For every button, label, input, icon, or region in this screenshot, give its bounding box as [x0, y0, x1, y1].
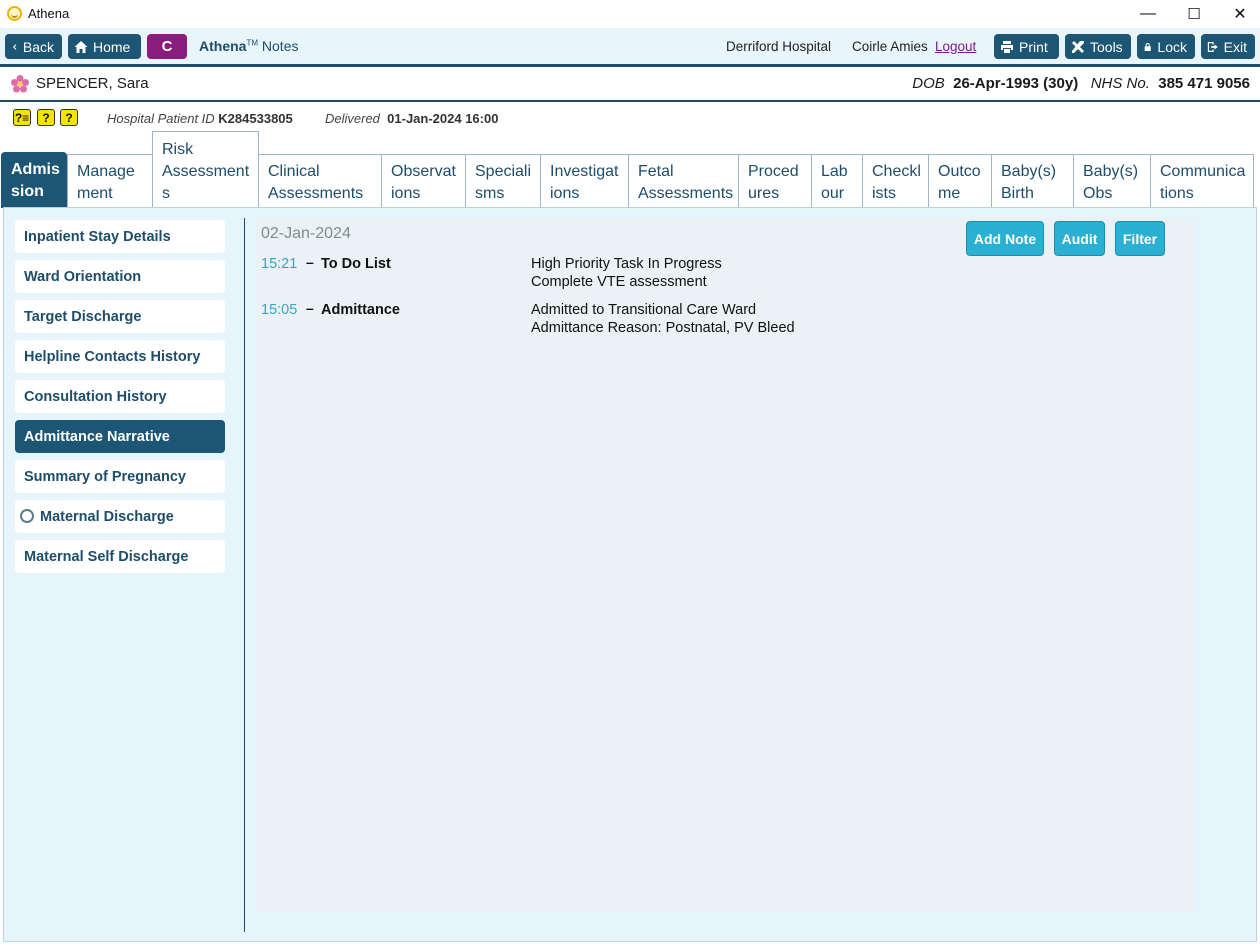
collapse-dash-icon[interactable]: –	[306, 254, 314, 270]
filter-button[interactable]: Filter	[1115, 221, 1165, 256]
radio-icon	[20, 509, 34, 523]
sidebar-item-consultation-history[interactable]: Consultation History	[15, 380, 225, 413]
notes-content: 02-Jan-2024 Add Note Audit Filter 15:21 …	[256, 218, 1194, 912]
user-name: Coirle Amies	[852, 39, 928, 54]
tools-icon	[1072, 40, 1084, 53]
home-button[interactable]: Home	[68, 34, 141, 59]
note-line: Admittance Reason: Postnatal, PV Bleed	[531, 320, 795, 336]
note-line: High Priority Task In Progress	[531, 256, 722, 272]
alert-question-icon[interactable]: ?	[37, 109, 55, 126]
patient-name: SPENCER, Sara	[36, 75, 149, 92]
exit-button[interactable]: Exit	[1201, 34, 1255, 59]
home-icon	[74, 40, 88, 53]
tab-babys-obs[interactable]: Baby(s) Obs	[1073, 154, 1151, 208]
tab-outcome[interactable]: Outco me	[928, 154, 992, 208]
athena-logo-icon	[7, 6, 22, 21]
add-note-button[interactable]: Add Note	[966, 221, 1044, 256]
alert-question-icon[interactable]: ?	[60, 109, 78, 126]
back-button[interactable]: Back	[5, 34, 62, 59]
patient-banner: SPENCER, Sara DOB 26-Apr-1993 (30y) NHS …	[0, 67, 1260, 100]
hospital-name: Derriford Hospital	[726, 39, 832, 54]
notes-date-heading: 02-Jan-2024	[261, 225, 351, 242]
printer-icon	[1001, 40, 1013, 53]
main-toolbar: Back Home C AthenaTM Notes Derriford Hos…	[0, 28, 1260, 64]
sidebar-item-summary-of-pregnancy[interactable]: Summary of Pregnancy	[15, 460, 225, 493]
audit-button[interactable]: Audit	[1054, 221, 1105, 256]
patient-banner-divider	[0, 100, 1260, 102]
alert-list-icon[interactable]: ?≡	[13, 109, 31, 126]
chevron-left-icon	[12, 43, 17, 50]
admission-panel: Inpatient Stay Details Ward Orientation …	[3, 207, 1257, 942]
tab-fetal-assessments[interactable]: Fetal Assessments	[628, 154, 739, 208]
note-line: Complete VTE assessment	[531, 274, 707, 290]
flower-icon	[11, 75, 29, 93]
note-title: Admittance	[321, 302, 400, 318]
tab-procedures[interactable]: Proced ures	[738, 154, 812, 208]
logout-link[interactable]: Logout	[935, 39, 976, 54]
sidebar-item-admittance-narrative[interactable]: Admittance Narrative	[15, 420, 225, 453]
tools-button[interactable]: Tools	[1065, 34, 1131, 59]
tab-observations[interactable]: Observat ions	[381, 154, 466, 208]
patient-identifiers: DOB 26-Apr-1993 (30y) NHS No. 385 471 90…	[912, 75, 1250, 92]
product-name: AthenaTM Notes	[199, 38, 299, 54]
note-line: Admitted to Transitional Care Ward	[531, 302, 757, 318]
sidebar-item-inpatient-stay-details[interactable]: Inpatient Stay Details	[15, 220, 225, 253]
tab-checklists[interactable]: Checkl ists	[862, 154, 929, 208]
c-button[interactable]: C	[147, 34, 187, 59]
tab-bar: Admis sion Manage ment Risk Assessment s Cli…	[0, 131, 1260, 208]
tab-risk-assessments[interactable]: Risk Assessment s	[152, 131, 259, 208]
lock-button[interactable]: Lock	[1137, 34, 1195, 59]
tab-management[interactable]: Manage ment	[67, 154, 153, 208]
delivered-info: Delivered 01-Jan-2024 16:00	[325, 111, 499, 126]
close-button[interactable]: ✕	[1217, 0, 1260, 28]
maximize-button[interactable]: ☐	[1171, 0, 1217, 28]
note-time: 15:21	[261, 256, 298, 272]
note-time: 15:05	[261, 302, 298, 318]
sidebar-item-helpline-contacts-history[interactable]: Helpline Contacts History	[15, 340, 225, 373]
tab-clinical-assessments[interactable]: Clinical Assessments	[258, 154, 382, 208]
window-title: Athena	[28, 6, 70, 21]
tab-specialisms[interactable]: Speciali sms	[465, 154, 541, 208]
tab-labour[interactable]: Lab our	[811, 154, 863, 208]
tab-investigations[interactable]: Investigat ions	[540, 154, 629, 208]
sidebar-item-target-discharge[interactable]: Target Discharge	[15, 300, 225, 333]
note-title: To Do List	[321, 256, 391, 272]
sidebar-item-maternal-self-discharge[interactable]: Maternal Self Discharge	[15, 540, 225, 573]
tab-babys-birth[interactable]: Baby(s) Birth	[991, 154, 1074, 208]
hospital-patient-id: Hospital Patient ID K284533805	[107, 111, 293, 126]
tab-admission[interactable]: Admis sion	[1, 152, 67, 208]
print-button[interactable]: Print	[994, 34, 1059, 59]
collapse-dash-icon[interactable]: –	[306, 300, 314, 316]
exit-icon	[1207, 41, 1218, 52]
tab-communications[interactable]: Communica tions	[1150, 154, 1254, 208]
sidebar-item-maternal-discharge[interactable]: Maternal Discharge	[15, 500, 225, 533]
lock-icon	[1144, 42, 1151, 51]
minimize-button[interactable]: —	[1125, 0, 1171, 28]
window-titlebar: Athena — ☐ ✕	[0, 0, 1260, 28]
sidebar-item-ward-orientation[interactable]: Ward Orientation	[15, 260, 225, 293]
panel-divider	[244, 218, 245, 932]
